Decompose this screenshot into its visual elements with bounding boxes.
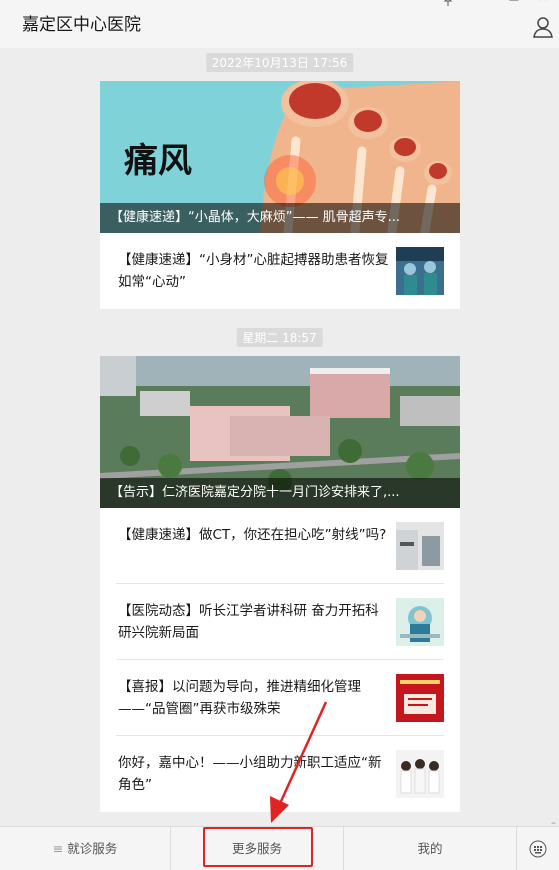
annotation-arrow [270, 701, 328, 823]
